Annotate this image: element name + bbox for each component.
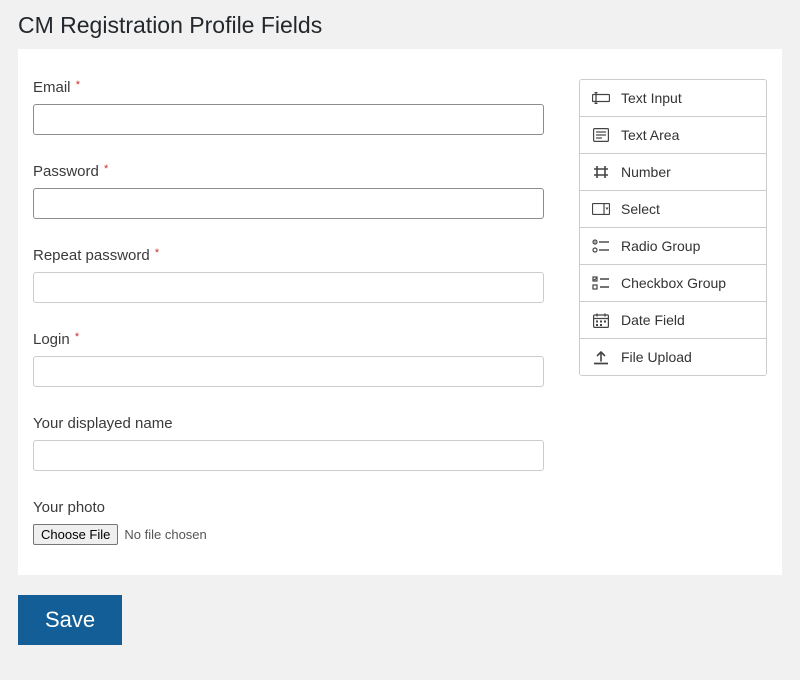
- palette-item-label: File Upload: [621, 349, 692, 365]
- label-text: Your displayed name: [33, 415, 173, 432]
- login-input[interactable]: [33, 356, 544, 387]
- palette-item-text-area[interactable]: Text Area: [580, 117, 766, 154]
- field-photo: Your photo Choose File No file chosen: [33, 499, 544, 545]
- field-label: Your displayed name: [33, 415, 544, 432]
- number-icon: [592, 164, 610, 180]
- palette-item-label: Text Input: [621, 90, 682, 106]
- palette-item-text-input[interactable]: Text Input: [580, 80, 766, 117]
- palette-item-select[interactable]: Select: [580, 191, 766, 228]
- field-login: Login *: [33, 331, 544, 387]
- field-display-name: Your displayed name: [33, 415, 544, 471]
- required-marker: *: [76, 79, 80, 91]
- label-text: Password: [33, 163, 99, 180]
- palette-item-file-upload[interactable]: File Upload: [580, 339, 766, 375]
- repeat-password-input[interactable]: [33, 272, 544, 303]
- choose-file-button[interactable]: Choose File: [33, 524, 118, 545]
- profile-fields-panel: Email * Password * Repeat password * Log…: [18, 49, 782, 575]
- palette-item-date-field[interactable]: Date Field: [580, 302, 766, 339]
- save-button[interactable]: Save: [18, 595, 122, 645]
- palette-item-label: Date Field: [621, 312, 685, 328]
- field-label: Email *: [33, 79, 544, 96]
- label-text: Login: [33, 331, 70, 348]
- radio-group-icon: [592, 238, 610, 254]
- select-icon: [592, 201, 610, 217]
- field-password: Password *: [33, 163, 544, 219]
- page-title: CM Registration Profile Fields: [0, 0, 800, 49]
- text-area-icon: [592, 127, 610, 143]
- field-email: Email *: [33, 79, 544, 135]
- file-control: Choose File No file chosen: [33, 524, 207, 545]
- required-marker: *: [155, 247, 159, 259]
- field-label: Login *: [33, 331, 544, 348]
- required-marker: *: [104, 163, 108, 175]
- palette-item-label: Checkbox Group: [621, 275, 726, 291]
- field-label: Password *: [33, 163, 544, 180]
- field-label: Repeat password *: [33, 247, 544, 264]
- palette-item-label: Radio Group: [621, 238, 700, 254]
- palette-item-radio-group[interactable]: Radio Group: [580, 228, 766, 265]
- form-area: Email * Password * Repeat password * Log…: [33, 79, 544, 545]
- palette-item-checkbox-group[interactable]: Checkbox Group: [580, 265, 766, 302]
- palette-item-label: Number: [621, 164, 671, 180]
- palette-item-number[interactable]: Number: [580, 154, 766, 191]
- palette-item-label: Text Area: [621, 127, 679, 143]
- checkbox-group-icon: [592, 275, 610, 291]
- display-name-input[interactable]: [33, 440, 544, 471]
- required-marker: *: [75, 331, 79, 343]
- label-text: Email: [33, 79, 71, 96]
- date-field-icon: [592, 312, 610, 328]
- label-text: Your photo: [33, 499, 105, 516]
- password-input[interactable]: [33, 188, 544, 219]
- palette-item-label: Select: [621, 201, 660, 217]
- email-input[interactable]: [33, 104, 544, 135]
- field-label: Your photo: [33, 499, 544, 516]
- field-type-palette: Text Input Text Area Number Select Radio: [579, 79, 767, 376]
- file-status: No file chosen: [124, 527, 206, 542]
- label-text: Repeat password: [33, 247, 150, 264]
- file-upload-icon: [592, 349, 610, 365]
- field-repeat-password: Repeat password *: [33, 247, 544, 303]
- text-input-icon: [592, 90, 610, 106]
